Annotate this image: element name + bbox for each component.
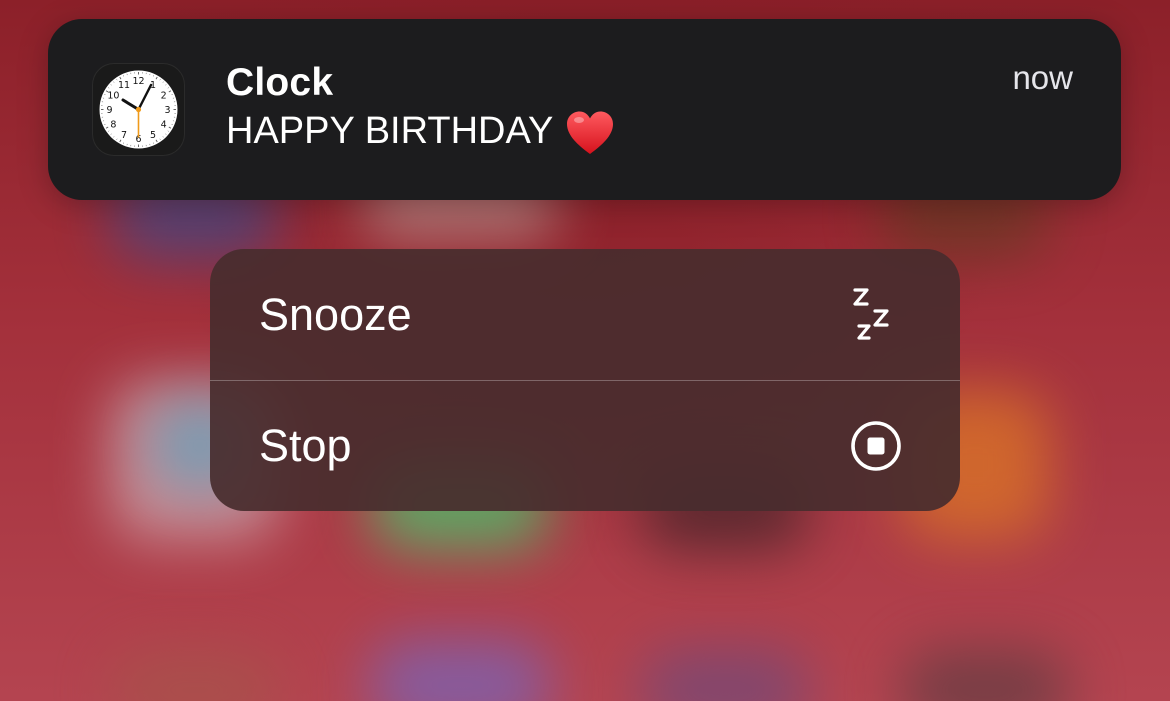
blurred-app-icon bbox=[370, 640, 550, 701]
notification-message-row: HAPPY BIRTHDAY bbox=[226, 108, 615, 154]
clock-face-number: 3 bbox=[164, 105, 170, 116]
notification-actions-menu: Snooze Stop bbox=[210, 249, 960, 511]
clock-face-number: 8 bbox=[110, 119, 116, 130]
clock-face-number: 4 bbox=[161, 119, 167, 130]
clock-face-number: 10 bbox=[107, 90, 119, 101]
clock-face-number: 2 bbox=[161, 90, 167, 101]
heart-icon bbox=[565, 110, 615, 156]
stop-button[interactable]: Stop bbox=[210, 380, 960, 511]
notification-app-name: Clock bbox=[226, 61, 334, 104]
blurred-app-icon bbox=[640, 650, 810, 701]
notification-message: HAPPY BIRTHDAY bbox=[226, 109, 554, 152]
clock-face-number: 9 bbox=[106, 105, 112, 116]
blurred-app-icon bbox=[110, 650, 280, 701]
clock-face-number: 12 bbox=[132, 76, 144, 87]
stop-label: Stop bbox=[259, 420, 352, 471]
clock-face-number: 5 bbox=[150, 130, 156, 141]
clock-face-number: 11 bbox=[118, 80, 130, 91]
clock-app-icon: 12 1 2 3 4 5 6 7 8 9 10 11 bbox=[92, 63, 185, 156]
snooze-button[interactable]: Snooze bbox=[210, 249, 960, 380]
clock-face-number: 7 bbox=[121, 130, 127, 141]
notification-timestamp: now bbox=[1012, 59, 1073, 96]
snooze-zzz-icon bbox=[850, 287, 902, 341]
clock-face-icon: 12 1234567891011 bbox=[99, 70, 178, 149]
clock-notification-banner[interactable]: 12 1 2 3 4 5 6 7 8 9 10 11 Clock HAPPY BIRTHDAY bbox=[48, 19, 1121, 200]
snooze-label: Snooze bbox=[259, 288, 412, 340]
stop-circle-icon bbox=[850, 420, 902, 472]
blurred-app-icon bbox=[900, 650, 1070, 701]
